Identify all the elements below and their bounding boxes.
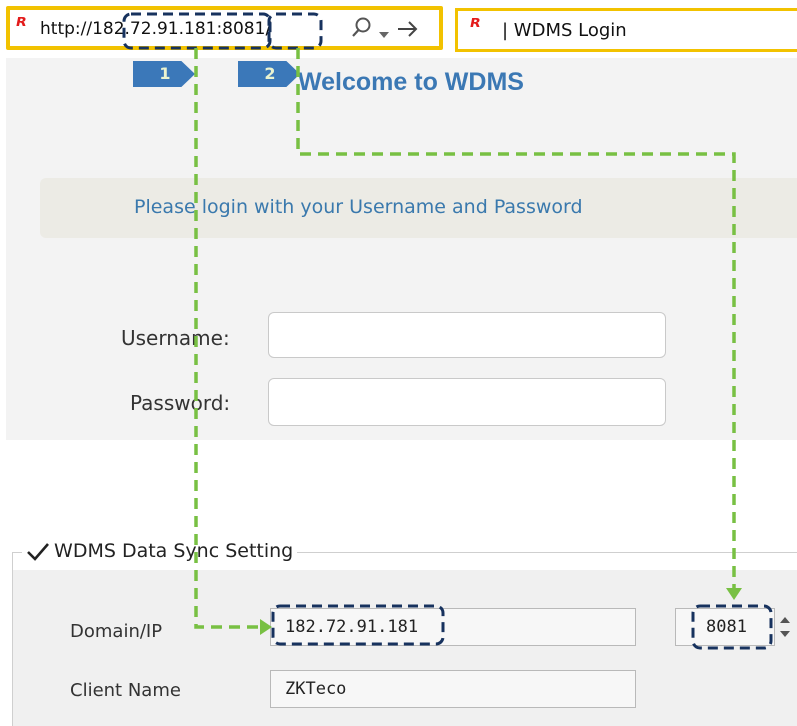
go-arrow-icon[interactable] xyxy=(396,19,420,43)
login-prompt: Please login with your Username and Pass… xyxy=(134,196,583,218)
step-badge-2-text: 2 xyxy=(264,64,276,83)
tab-title: | WDMS Login xyxy=(502,20,627,41)
step-badge-1-text: 1 xyxy=(159,64,171,83)
domain-input[interactable]: 182.72.91.181 xyxy=(270,608,636,646)
browser-tab[interactable]: ᴿ | WDMS Login xyxy=(455,8,797,52)
username-label: Username: xyxy=(121,326,230,350)
port-value: 8081 xyxy=(706,617,747,637)
port-spinner-icon[interactable] xyxy=(776,609,794,649)
client-name-input[interactable]: ZKTeco xyxy=(270,670,636,708)
client-name-value: ZKTeco xyxy=(285,679,347,699)
tab-logo-icon: ᴿ xyxy=(470,15,481,40)
checkmark-icon[interactable] xyxy=(26,541,49,563)
domain-value: 182.72.91.181 xyxy=(285,617,419,637)
sync-legend-label: WDMS Data Sync Setting xyxy=(54,540,294,562)
client-name-label: Client Name xyxy=(70,680,181,701)
search-icon[interactable] xyxy=(350,16,372,44)
address-bar[interactable]: ᴿ http://182.72.91.181:8081/ xyxy=(6,6,443,50)
address-url[interactable]: http://182.72.91.181:8081/ xyxy=(40,19,271,39)
browser-logo-icon: ᴿ xyxy=(16,14,27,39)
sync-group-legend[interactable]: WDMS Data Sync Setting xyxy=(22,540,298,563)
dropdown-icon[interactable] xyxy=(378,24,390,43)
page-title: Welcome to WDMS xyxy=(298,68,524,96)
port-input[interactable]: 8081 xyxy=(675,608,775,646)
password-input[interactable] xyxy=(268,378,666,426)
username-input[interactable] xyxy=(268,312,666,358)
domain-label: Domain/IP xyxy=(70,621,163,642)
password-label: Password: xyxy=(130,391,231,415)
